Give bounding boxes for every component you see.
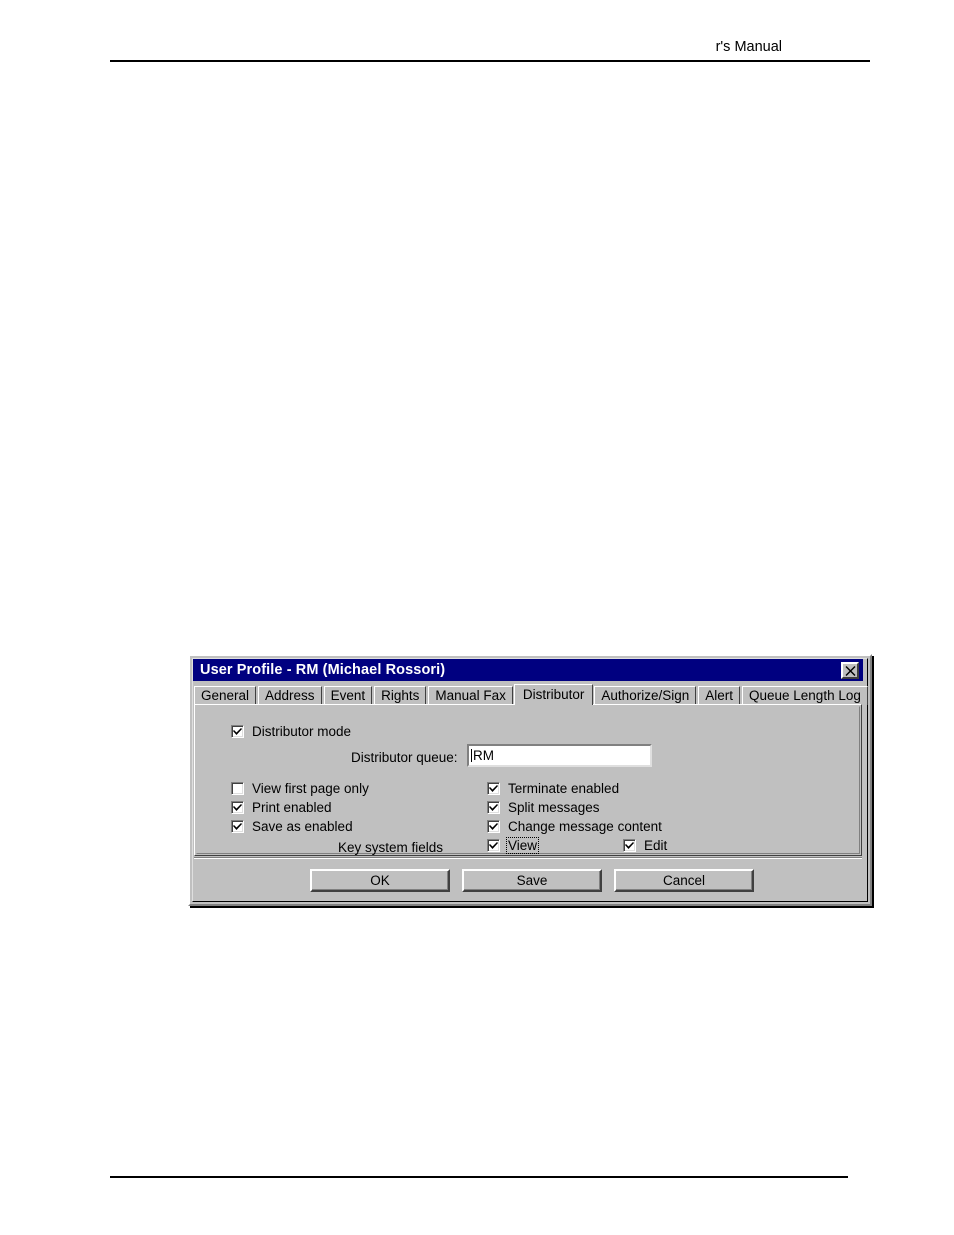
- button-bar-separator: [194, 857, 862, 859]
- checkbox-box: [487, 801, 500, 814]
- checkbox-label: Edit: [644, 838, 668, 853]
- page-footer-rule: [110, 1176, 848, 1178]
- checkbox-label: View: [505, 837, 540, 854]
- tab-event[interactable]: Event: [323, 686, 373, 705]
- key-system-fields-label: Key system fields: [338, 840, 444, 855]
- ok-button[interactable]: OK: [310, 869, 450, 892]
- tab-general[interactable]: General: [194, 686, 257, 705]
- checkbox-label: Change message content: [508, 819, 662, 834]
- tab-manual-fax[interactable]: Manual Fax: [428, 686, 513, 705]
- checkbox-print-enabled[interactable]: Print enabled: [231, 800, 333, 815]
- dialog-title: User Profile - RM (Michael Rossori): [200, 662, 446, 678]
- close-button[interactable]: [841, 661, 859, 679]
- checkbox-key-system-fields-edit[interactable]: Edit: [623, 838, 668, 853]
- tab-alert[interactable]: Alert: [698, 686, 740, 705]
- checkbox-box: [231, 725, 244, 738]
- distributor-queue-value: RM: [473, 747, 494, 763]
- tab-rights[interactable]: Rights: [374, 686, 427, 705]
- checkbox-label: View first page only: [252, 781, 369, 796]
- checkbox-box: [231, 801, 244, 814]
- checkbox-box: [231, 820, 244, 833]
- checkbox-terminate-enabled[interactable]: Terminate enabled: [487, 781, 620, 796]
- checkbox-label: Save as enabled: [252, 819, 353, 834]
- checkbox-box: [231, 782, 244, 795]
- checkbox-label: Terminate enabled: [508, 781, 620, 796]
- tab-distributor[interactable]: Distributor: [513, 684, 594, 705]
- checkbox-box: [623, 839, 636, 852]
- checkbox-split-messages[interactable]: Split messages: [487, 800, 601, 815]
- distributor-queue-input[interactable]: RM: [467, 744, 652, 767]
- text-caret: [471, 749, 472, 762]
- distributor-queue-label: Distributor queue:: [351, 750, 458, 765]
- checkbox-view-first-page-only[interactable]: View first page only: [231, 781, 370, 796]
- tab-queue-length-log[interactable]: Queue Length Log: [742, 686, 868, 705]
- checkbox-key-system-fields-view[interactable]: View: [487, 837, 540, 854]
- tab-authorize-sign[interactable]: Authorize/Sign: [594, 686, 697, 705]
- checkbox-label: Distributor mode: [252, 724, 352, 739]
- save-button[interactable]: Save: [462, 869, 602, 892]
- checkbox-box: [487, 839, 500, 852]
- dialog-titlebar[interactable]: User Profile - RM (Michael Rossori): [193, 659, 863, 681]
- page-header-text: r's Manual: [715, 39, 782, 55]
- checkbox-box: [487, 820, 500, 833]
- dialog-button-bar: OK Save Cancel: [194, 860, 862, 900]
- checkbox-save-as-enabled[interactable]: Save as enabled: [231, 819, 354, 834]
- checkbox-label: Split messages: [508, 800, 600, 815]
- user-profile-dialog: User Profile - RM (Michael Rossori) Gene…: [188, 654, 872, 906]
- tab-address[interactable]: Address: [258, 686, 322, 705]
- page-running-header: r's Manual: [110, 38, 870, 64]
- page-header-rule: [110, 60, 870, 62]
- cancel-button[interactable]: Cancel: [614, 869, 754, 892]
- checkbox-label: Print enabled: [252, 800, 332, 815]
- checkbox-box: [487, 782, 500, 795]
- checkbox-distributor-mode[interactable]: Distributor mode: [231, 724, 352, 739]
- tabstrip: General Address Event Rights Manual Fax …: [194, 684, 868, 705]
- distributor-tab-panel: Distributor mode Distributor queue: RM V…: [194, 704, 862, 856]
- checkbox-change-message-content[interactable]: Change message content: [487, 819, 663, 834]
